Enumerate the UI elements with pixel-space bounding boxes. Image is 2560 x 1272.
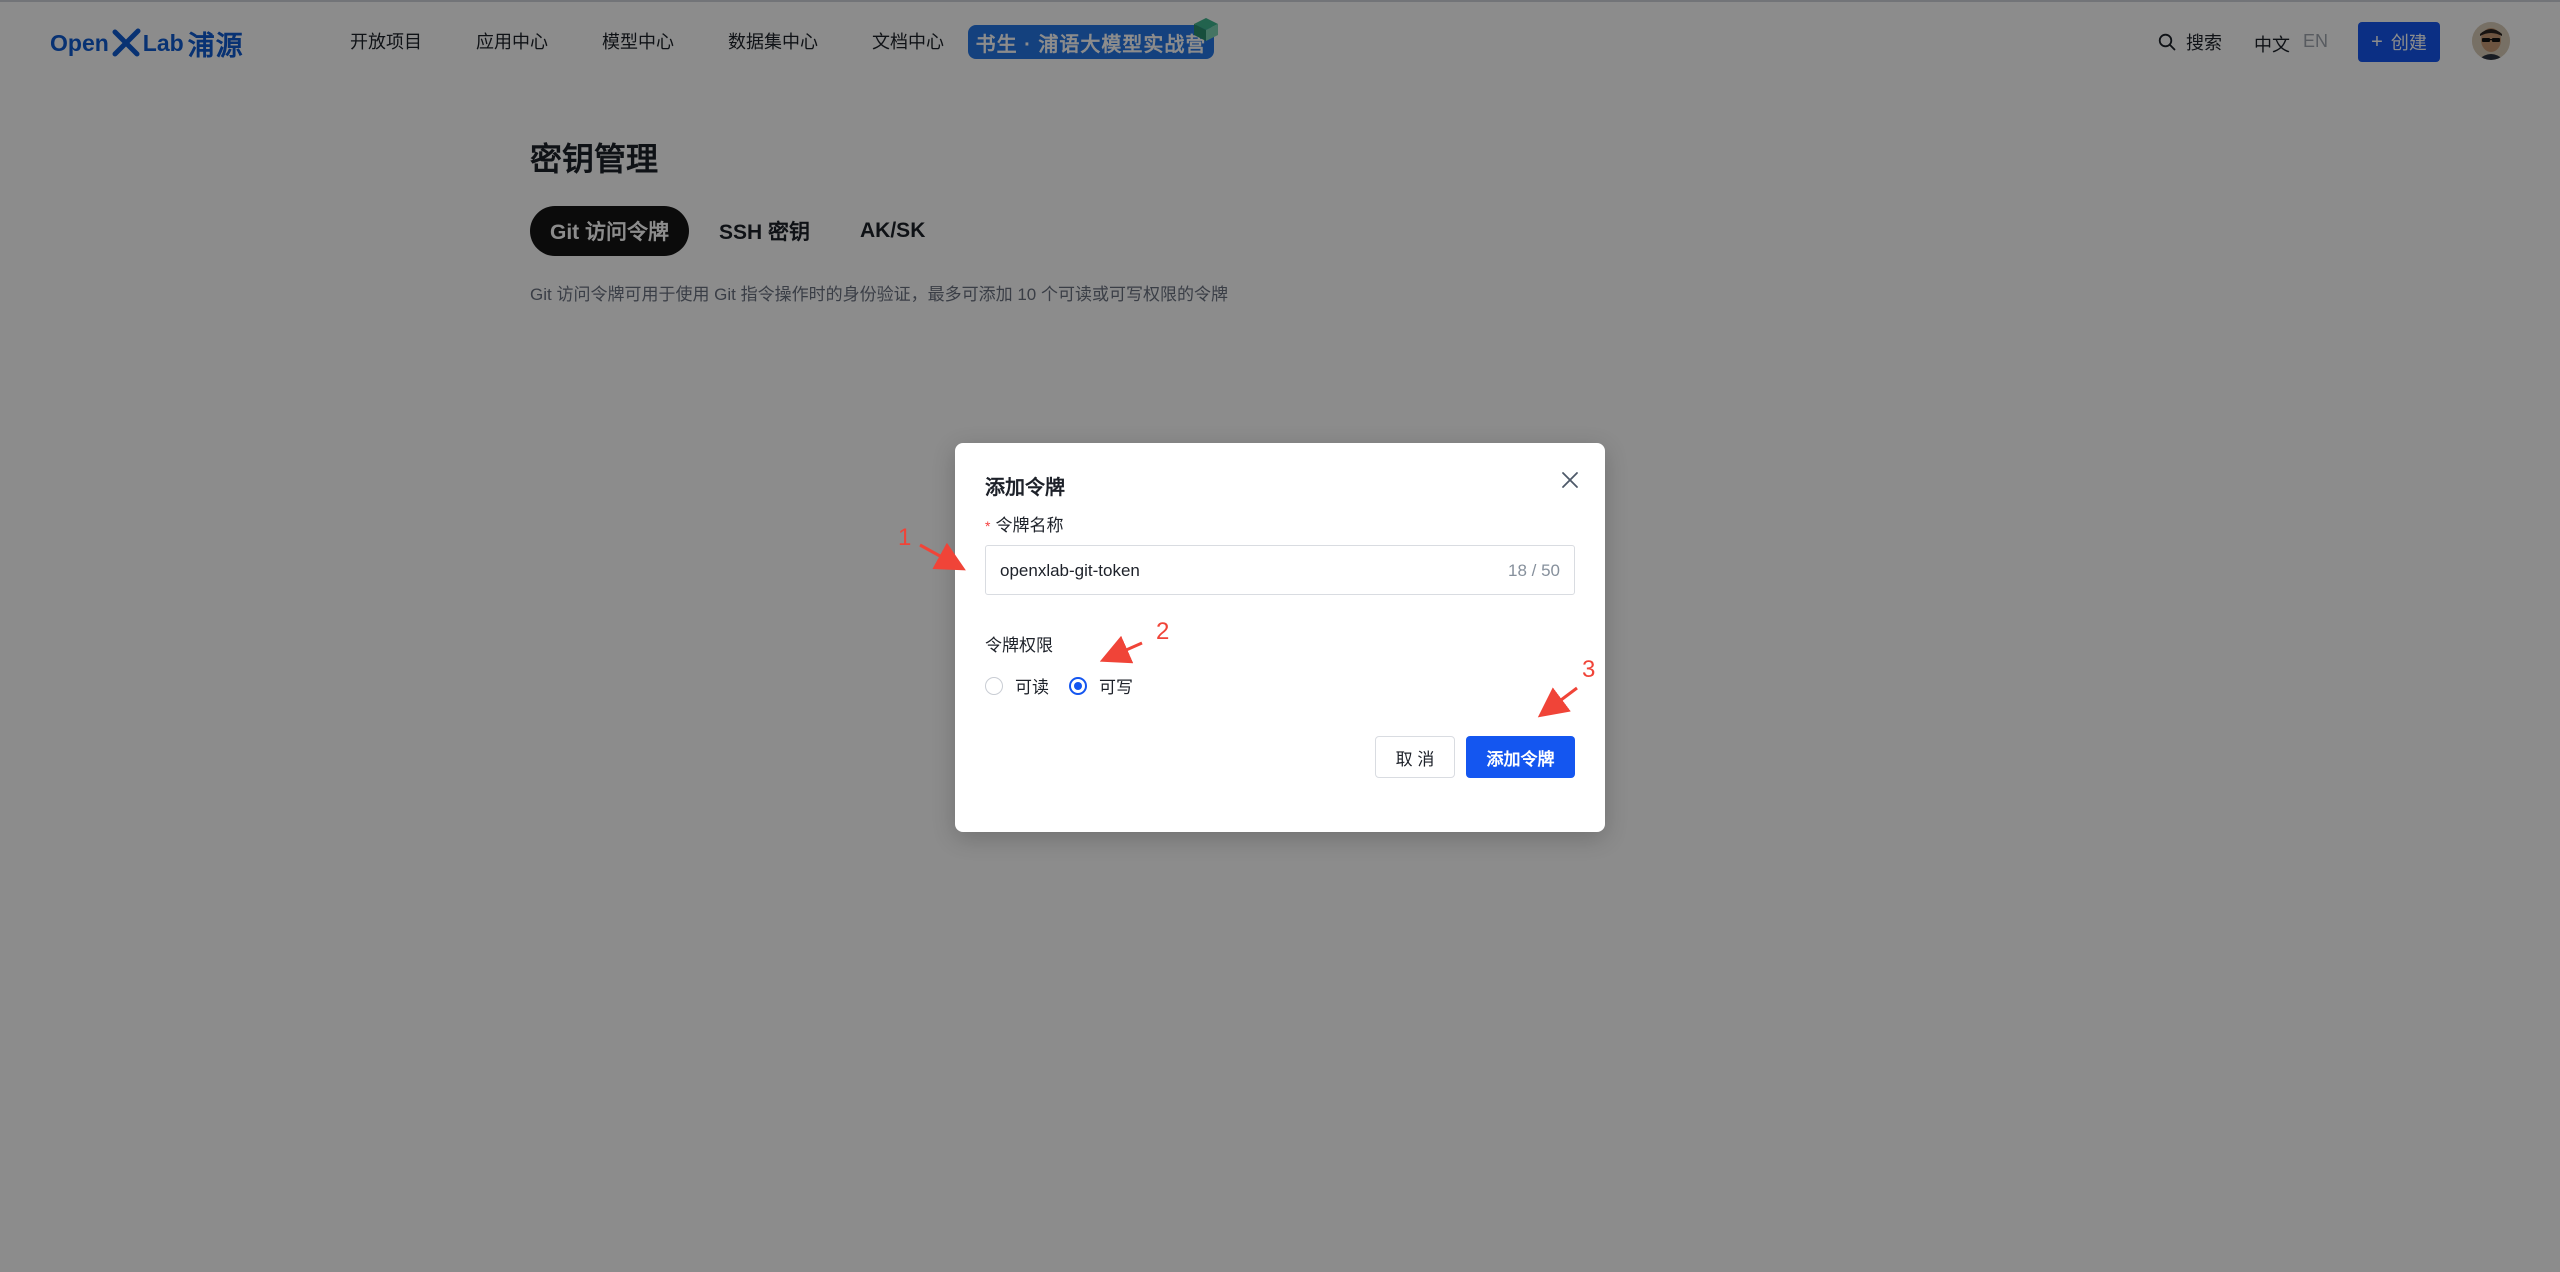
annotation-number-3: 3 — [1582, 656, 1596, 683]
annotation-number-2: 2 — [1156, 618, 1170, 645]
radio-write-circle — [1069, 676, 1087, 695]
radio-write[interactable]: 可写 — [1069, 673, 1133, 698]
token-name-value: openxlab-git-token — [1000, 561, 1140, 580]
add-token-button[interactable]: 添加令牌 — [1466, 736, 1575, 778]
add-token-dialog: 添加令牌 * 令牌名称 openxlab-git-token 18 / 50 令牌… — [955, 443, 1605, 832]
radio-write-label: 可写 — [1099, 678, 1133, 697]
required-mark: * — [985, 518, 991, 534]
cancel-button[interactable]: 取 消 — [1375, 736, 1455, 778]
radio-read[interactable]: 可读 — [985, 673, 1049, 698]
token-name-label-text: 令牌名称 — [995, 516, 1064, 535]
radio-read-circle — [985, 676, 1003, 695]
token-name-input[interactable]: openxlab-git-token 18 / 50 — [985, 545, 1575, 595]
permission-radio-group: 可读 可写 — [985, 673, 1153, 698]
char-counter: 18 / 50 — [1508, 561, 1560, 580]
close-icon[interactable] — [1559, 469, 1581, 491]
dialog-title: 添加令牌 — [985, 477, 1065, 499]
radio-read-label: 可读 — [1015, 678, 1049, 697]
token-permission-label: 令牌权限 — [985, 636, 1053, 655]
token-name-label: * 令牌名称 — [985, 511, 1063, 536]
annotation-number-1: 1 — [898, 524, 912, 551]
